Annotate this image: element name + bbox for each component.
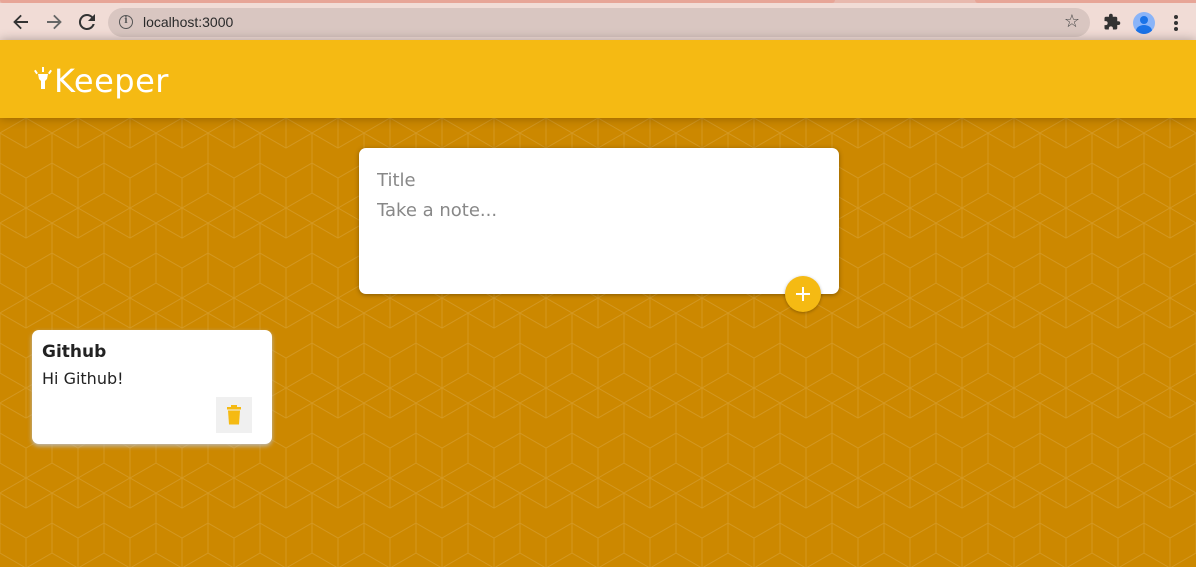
menu-dot <box>1174 21 1178 25</box>
app-title: Keeper <box>54 62 169 100</box>
browser-toolbar: i localhost:3000 ☆ <box>0 0 1196 40</box>
arrow-left-icon <box>13 14 28 30</box>
puzzle-icon <box>1104 13 1121 30</box>
back-button[interactable] <box>8 9 34 35</box>
arrow-right-icon <box>47 14 62 30</box>
avatar-head <box>1140 16 1148 24</box>
info-icon[interactable]: i <box>119 15 133 29</box>
url-text: localhost:3000 <box>143 14 234 30</box>
note-card: Github Hi Github! <box>32 330 272 444</box>
app-header: Keeper <box>0 40 1196 118</box>
address-bar[interactable]: i localhost:3000 ☆ <box>108 8 1090 37</box>
avatar-body <box>1136 25 1152 34</box>
logo: Keeper <box>34 62 169 100</box>
avatar-icon[interactable] <box>1133 12 1155 34</box>
create-note-form <box>359 148 839 294</box>
menu-dot <box>1174 27 1178 31</box>
plus-icon <box>796 287 810 301</box>
extensions-button[interactable] <box>1100 10 1124 34</box>
note-title: Github <box>42 342 107 362</box>
title-input[interactable] <box>377 168 817 192</box>
reload-icon <box>78 13 95 30</box>
add-note-button[interactable] <box>785 276 821 312</box>
kebab-menu-icon[interactable] <box>1168 12 1184 34</box>
tab-strip-hint <box>0 0 835 3</box>
content-input[interactable] <box>377 200 817 260</box>
delete-note-button[interactable] <box>216 397 252 433</box>
highlight-icon <box>34 66 52 96</box>
trash-icon <box>227 405 241 425</box>
reload-button[interactable] <box>74 9 100 35</box>
menu-dot <box>1174 15 1178 19</box>
star-icon[interactable]: ☆ <box>1064 11 1080 32</box>
forward-button[interactable] <box>41 9 67 35</box>
tab-strip-hint <box>975 0 1196 3</box>
note-content: Hi Github! <box>42 369 124 388</box>
